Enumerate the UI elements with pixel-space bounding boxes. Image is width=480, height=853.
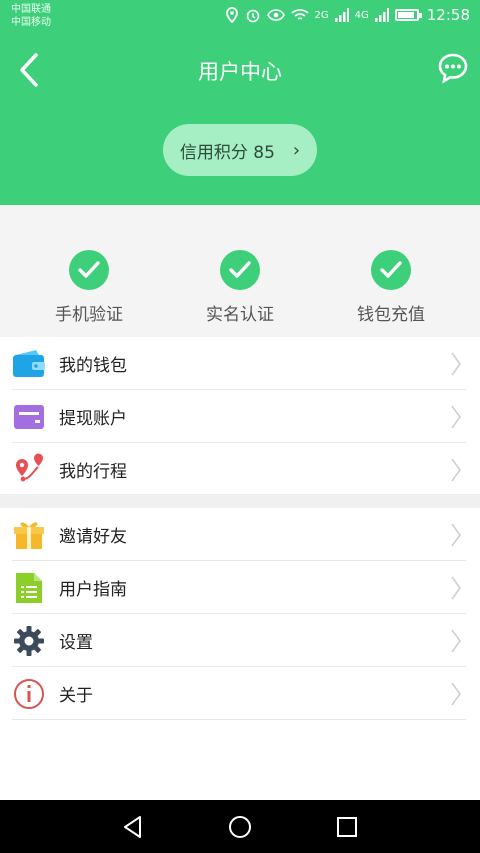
gift-icon bbox=[12, 518, 46, 552]
verify-phone-label: 手机验证 bbox=[55, 305, 123, 325]
status-bar: 中国联通 中国移动 2G 4G 12:58 bbox=[0, 0, 480, 34]
carrier-1: 中国联通 bbox=[11, 4, 51, 15]
menu-item-invite-friends[interactable]: 邀请好友 bbox=[0, 508, 480, 561]
document-icon bbox=[12, 571, 46, 605]
location-icon bbox=[225, 7, 238, 23]
chat-bubble-icon bbox=[438, 53, 468, 84]
verification-section: 手机验证 实名认证 钱包充值 bbox=[0, 205, 480, 337]
route-icon bbox=[12, 453, 46, 487]
net-type-1: 2G bbox=[314, 9, 329, 21]
carrier-2: 中国移动 bbox=[11, 17, 51, 28]
menu-label: 我的行程 bbox=[59, 462, 127, 482]
message-button[interactable] bbox=[437, 52, 469, 84]
page-title: 用户中心 bbox=[198, 60, 282, 84]
verify-wallet: 钱包充值 bbox=[331, 250, 451, 325]
chevron-right-icon bbox=[451, 576, 461, 600]
signal-icon-2 bbox=[374, 8, 389, 22]
menu-item-trips[interactable]: 我的行程 bbox=[0, 443, 480, 496]
navigation-bar bbox=[0, 800, 480, 853]
alarm-icon bbox=[246, 9, 259, 23]
chevron-right-icon bbox=[451, 352, 461, 376]
card-icon bbox=[12, 400, 46, 434]
verify-wallet-label: 钱包充值 bbox=[357, 305, 425, 325]
chevron-right-icon bbox=[451, 629, 461, 653]
menu-label: 我的钱包 bbox=[59, 356, 127, 376]
verify-realname-label: 实名认证 bbox=[206, 305, 274, 325]
wallet-icon bbox=[12, 347, 46, 381]
clock: 12:58 bbox=[426, 6, 470, 24]
menu-label: 设置 bbox=[59, 633, 93, 653]
carrier-info: 中国联通 中国移动 bbox=[11, 3, 51, 29]
gear-icon bbox=[12, 624, 46, 658]
nav-back-icon[interactable] bbox=[120, 814, 146, 840]
signal-icon bbox=[334, 8, 349, 22]
net-type-2: 4G bbox=[354, 9, 369, 21]
menu-label: 关于 bbox=[59, 686, 93, 706]
status-icons: 2G 4G 12:58 bbox=[225, 6, 470, 24]
eye-icon bbox=[266, 9, 285, 21]
menu-item-withdraw-account[interactable]: 提现账户 bbox=[0, 390, 480, 443]
verify-phone: 手机验证 bbox=[29, 250, 149, 325]
chevron-right-icon bbox=[451, 523, 461, 547]
divider bbox=[12, 719, 466, 720]
credit-score-label: 信用积分 85 bbox=[179, 142, 275, 163]
menu-item-about[interactable]: 关于 bbox=[0, 667, 480, 720]
menu-group-2: 邀请好友 用户指南 设置 关于 bbox=[0, 508, 480, 720]
menu-label: 提现账户 bbox=[59, 409, 127, 429]
section-gap bbox=[0, 494, 480, 508]
chevron-right-icon bbox=[451, 405, 461, 429]
info-icon bbox=[12, 677, 46, 711]
check-icon bbox=[220, 250, 260, 290]
chevron-right-icon bbox=[451, 458, 461, 482]
wifi-icon bbox=[290, 9, 309, 20]
battery-icon bbox=[394, 9, 422, 21]
menu-label: 用户指南 bbox=[59, 580, 127, 600]
credit-score-button[interactable]: 信用积分 85 › bbox=[163, 124, 317, 176]
menu-item-user-guide[interactable]: 用户指南 bbox=[0, 561, 480, 614]
menu-label: 邀请好友 bbox=[59, 527, 127, 547]
menu-group-1: 我的钱包 提现账户 我的行程 bbox=[0, 337, 480, 496]
chevron-right-icon: › bbox=[292, 139, 301, 161]
verify-realname: 实名认证 bbox=[180, 250, 300, 325]
menu-item-settings[interactable]: 设置 bbox=[0, 614, 480, 667]
chevron-right-icon bbox=[451, 682, 461, 706]
nav-recents-icon[interactable] bbox=[334, 814, 360, 840]
check-icon bbox=[371, 250, 411, 290]
check-icon bbox=[69, 250, 109, 290]
nav-home-icon[interactable] bbox=[227, 814, 253, 840]
menu-item-wallet[interactable]: 我的钱包 bbox=[0, 337, 480, 390]
